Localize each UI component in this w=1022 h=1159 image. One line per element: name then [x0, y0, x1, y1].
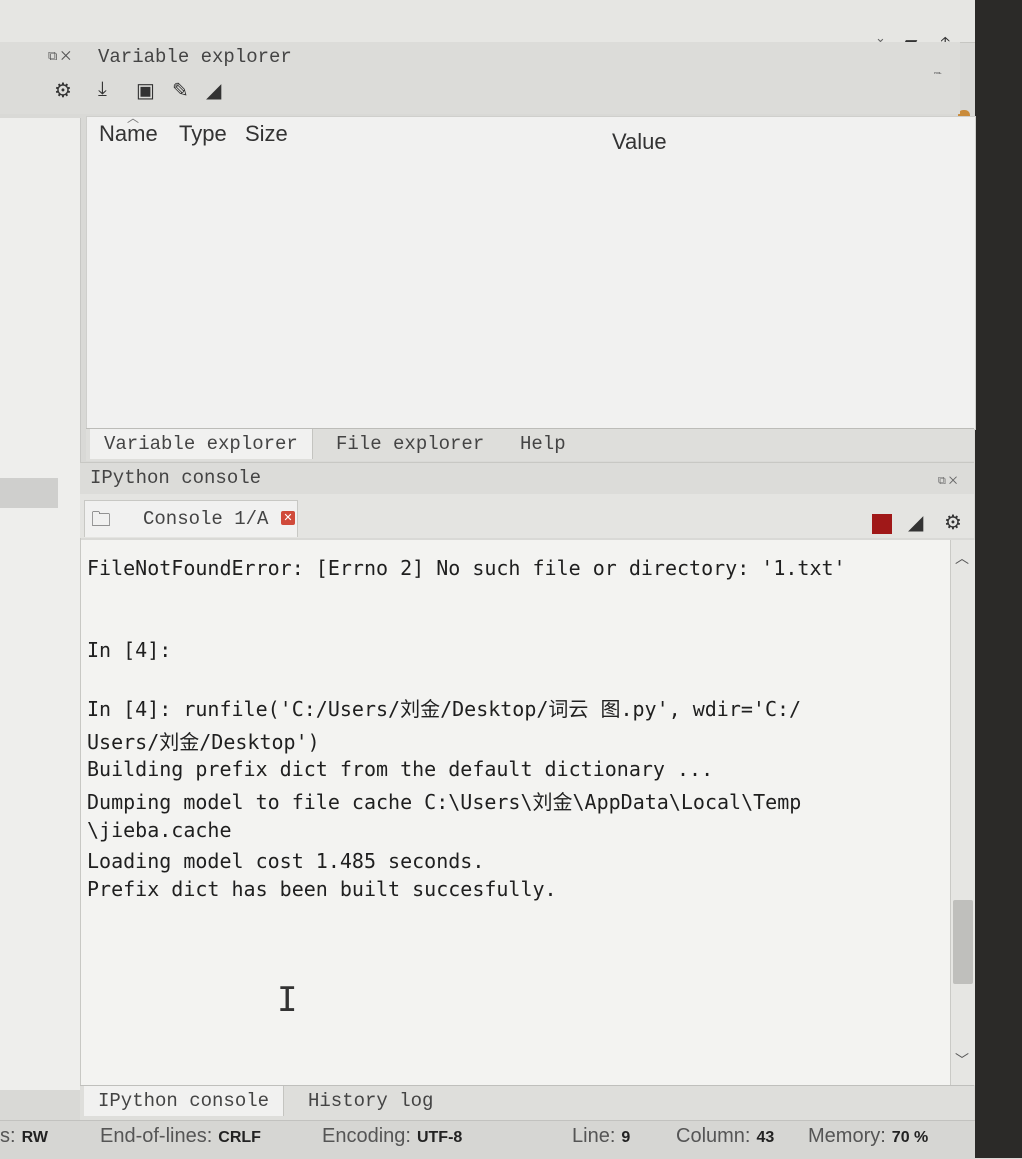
status-encoding: Encoding: UTF-8 [322, 1125, 463, 1147]
column-name[interactable]: Name [99, 121, 158, 147]
pane-title: Variable explorer [98, 46, 292, 68]
import-icon[interactable]: ⤓ [98, 78, 107, 101]
console-line: In [4]: runfile('C:/Users/刘金/Desktop/词云 … [87, 697, 802, 721]
status-bar: s: RW End-of-lines: CRLF Encoding: UTF-8 Li… [0, 1120, 975, 1159]
status-eol: End-of-lines: CRLF [100, 1125, 261, 1147]
bottom-pane-tabs: IPython console History log [80, 1085, 974, 1120]
status-memory: Memory: 70 % [808, 1125, 929, 1147]
left-dock-panel [0, 118, 81, 1090]
tab-ipython-console[interactable]: IPython console [84, 1086, 285, 1116]
console-line: FileNotFoundError: [Errno 2] No such fil… [87, 556, 846, 580]
save-icon[interactable]: ▣ [136, 78, 155, 103]
status-column: Column: 43 [676, 1125, 775, 1147]
status-line: Line: 9 [572, 1125, 631, 1147]
settings-icon[interactable]: ⚙ [944, 510, 962, 535]
console-line: Loading model cost 1.485 seconds. [87, 849, 485, 873]
undock-icon[interactable]: ⧉ ✕ [48, 48, 71, 64]
variable-table[interactable]: ︿ Name Type Size Value [86, 111, 976, 430]
console-output[interactable]: FileNotFoundError: [Errno 2] No such fil… [80, 540, 951, 1085]
close-tab-icon[interactable]: ✕ [281, 511, 295, 525]
screen-bezel [975, 0, 1022, 1158]
tab-file-explorer[interactable]: File explorer [322, 429, 498, 459]
console-line: Dumping model to file cache C:\Users\刘金\… [87, 790, 802, 814]
console-tab[interactable]: 🗀 Console 1/A ✕ [84, 500, 298, 537]
pane-title: IPython console [90, 467, 262, 489]
status-permissions: s: RW [0, 1125, 48, 1147]
console-line: \jieba.cache [87, 818, 232, 842]
column-type[interactable]: Type [179, 121, 227, 147]
console-tab-label: Console 1/A [143, 508, 269, 530]
tab-variable-explorer[interactable]: Variable explorer [90, 429, 313, 459]
variable-explorer-titlebar: ⧉ ✕ Variable explorer ⧉ [0, 42, 960, 82]
undock-icon[interactable]: ⧉ ✕ [938, 475, 957, 488]
save-as-icon[interactable]: ✎ [172, 78, 189, 103]
left-selected-item[interactable] [0, 478, 58, 508]
column-value[interactable]: Value [612, 129, 667, 155]
eraser-icon[interactable]: ◢ [206, 78, 221, 103]
text-cursor-icon: I [277, 980, 298, 1020]
tab-history-log[interactable]: History log [294, 1086, 447, 1116]
console-line: Building prefix dict from the default di… [87, 757, 714, 781]
gear-icon[interactable]: ⚙ [54, 78, 72, 103]
chevron-down-icon[interactable]: ﹀ [955, 1050, 969, 1070]
console-tabbar: 🗀 Console 1/A ✕ ◢ ⚙ [80, 494, 974, 538]
scrollbar-thumb[interactable] [953, 900, 973, 984]
eraser-icon[interactable]: ◢ [908, 510, 923, 535]
console-line: Users/刘金/Desktop') [87, 730, 320, 754]
console-scrollbar[interactable]: ︿ ﹀ [950, 540, 975, 1085]
top-pane-tabs: Variable explorer File explorer Help [86, 428, 974, 461]
chevron-up-icon[interactable]: ︿ [955, 548, 969, 568]
folder-icon: 🗀 [91, 509, 111, 531]
variable-explorer-toolbar: ⚙ ⤓ ▣ ✎ ◢ [0, 74, 960, 114]
top-toolbar-strip: ⌄ ▰ 🡑 [0, 0, 975, 56]
stop-icon[interactable] [872, 514, 892, 534]
ipython-titlebar: IPython console ⧉ ✕ [80, 462, 974, 495]
tab-help[interactable]: Help [506, 429, 580, 459]
console-line: Prefix dict has been built succesfully. [87, 877, 557, 901]
console-prompt: In [4]: [87, 638, 172, 662]
column-size[interactable]: Size [245, 121, 288, 147]
